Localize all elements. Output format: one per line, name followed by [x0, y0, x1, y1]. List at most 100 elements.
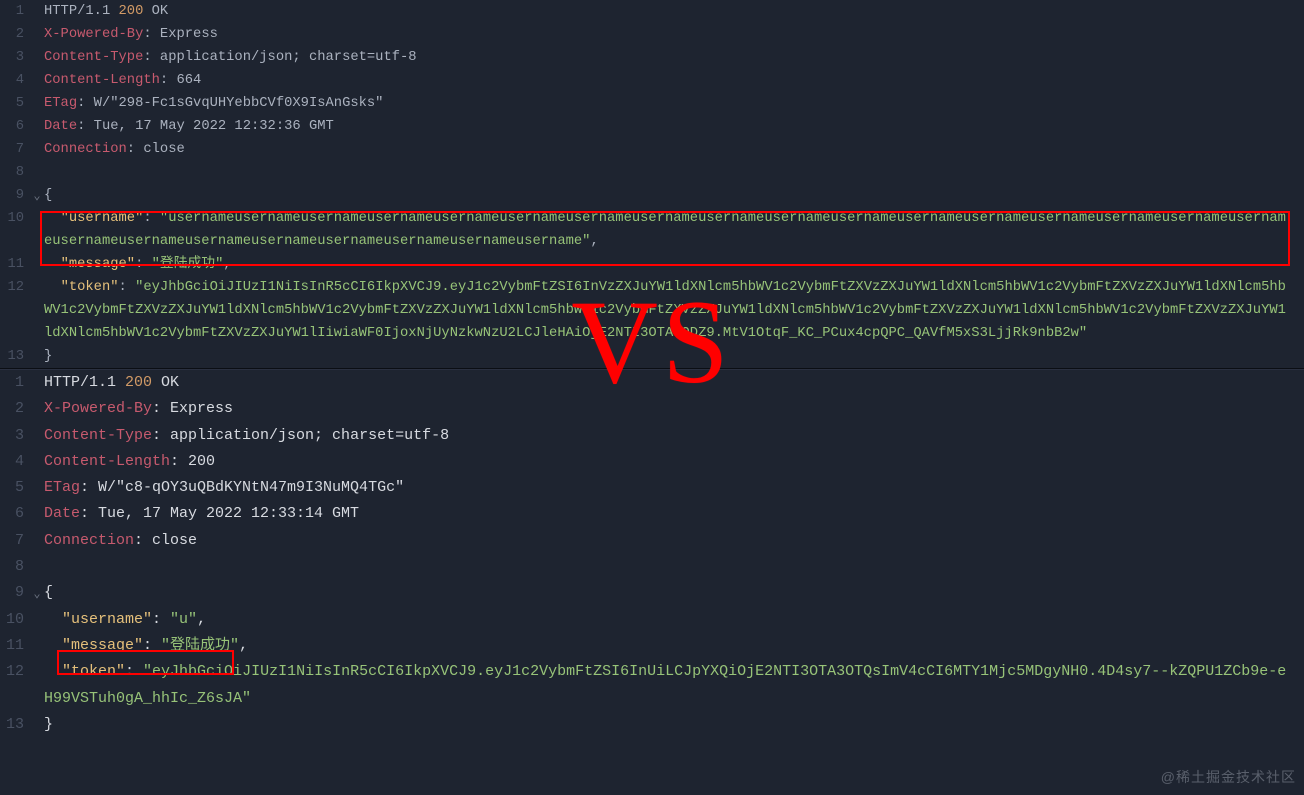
code-line: 6 Date: Tue, 17 May 2022 12:32:36 GMT — [0, 115, 1304, 138]
fold-toggle-icon — [30, 608, 44, 634]
line-number: 8 — [0, 554, 30, 580]
code-content: HTTP/1.1 200 OK — [44, 370, 1304, 396]
code-content: Connection: close — [44, 528, 1304, 554]
line-number: 10 — [0, 607, 30, 633]
code-content: Content-Type: application/json; charset=… — [44, 423, 1304, 449]
code-line: 8 — [0, 161, 1304, 184]
fold-toggle-icon — [30, 397, 44, 423]
line-number: 12 — [0, 276, 30, 345]
response-top: 1HTTP/1.1 200 OK2X-Powered-By: Express3C… — [0, 0, 1304, 368]
code-content: } — [44, 712, 1304, 738]
fold-toggle-icon — [30, 93, 44, 116]
code-content: Content-Length: 200 — [44, 449, 1304, 475]
code-line: 4 Content-Length: 664 — [0, 69, 1304, 92]
code-content: HTTP/1.1 200 OK — [44, 0, 1304, 23]
code-content: Date: Tue, 17 May 2022 12:33:14 GMT — [44, 501, 1304, 527]
code-line: 4 Content-Length: 200 — [0, 449, 1304, 475]
code-content: "message": "登陆成功", — [44, 633, 1304, 659]
line-number: 3 — [0, 46, 30, 69]
code-line: 2 X-Powered-By: Express — [0, 23, 1304, 46]
code-content: Date: Tue, 17 May 2022 12:32:36 GMT — [44, 115, 1304, 138]
code-content: Content-Length: 664 — [44, 69, 1304, 92]
code-content: ETag: W/"298-Fc1sGvqUHYebbCVf0X9IsAnGsks… — [44, 92, 1304, 115]
code-content: "token": "eyJhbGciOiJIUzI1NiIsInR5cCI6Ik… — [44, 276, 1304, 345]
fold-toggle-icon — [30, 450, 44, 476]
fold-toggle-icon — [30, 371, 44, 397]
line-number: 2 — [0, 23, 30, 46]
line-number: 13 — [0, 345, 30, 368]
code-line: 5 ETag: W/"298-Fc1sGvqUHYebbCVf0X9IsAnGsk… — [0, 92, 1304, 115]
fold-toggle-icon[interactable]: ⌄ — [30, 185, 44, 208]
code-line: 5 ETag: W/"c8-qOY3uQBdKYNtN47m9I3NuMQ4TGc… — [0, 475, 1304, 501]
fold-toggle-icon — [30, 424, 44, 450]
line-number: 7 — [0, 528, 30, 554]
watermark-text: @稀土掘金技术社区 — [1161, 766, 1296, 789]
line-number: 13 — [0, 712, 30, 738]
line-number: 9 — [0, 580, 30, 606]
code-line: 10 "username": "u", — [0, 607, 1304, 633]
code-content: Connection: close — [44, 138, 1304, 161]
fold-toggle-icon — [30, 476, 44, 502]
line-number: 1 — [0, 0, 30, 23]
code-content — [44, 554, 1304, 580]
fold-toggle-icon — [30, 208, 44, 254]
fold-toggle-icon — [30, 555, 44, 581]
fold-toggle-icon — [30, 162, 44, 185]
line-number: 4 — [0, 69, 30, 92]
code-content: "username": "usernameusernameusernameuse… — [44, 207, 1304, 253]
fold-toggle-icon[interactable]: ⌄ — [30, 581, 44, 607]
fold-toggle-icon — [30, 713, 44, 739]
line-number: 6 — [0, 115, 30, 138]
code-line: 9⌄{ — [0, 184, 1304, 207]
fold-toggle-icon — [30, 634, 44, 660]
fold-toggle-icon — [30, 346, 44, 369]
code-content: { — [44, 580, 1304, 606]
fold-toggle-icon — [30, 139, 44, 162]
code-content: ETag: W/"c8-qOY3uQBdKYNtN47m9I3NuMQ4TGc" — [44, 475, 1304, 501]
line-number: 6 — [0, 501, 30, 527]
code-content: X-Powered-By: Express — [44, 23, 1304, 46]
code-content: X-Powered-By: Express — [44, 396, 1304, 422]
code-line: 1 HTTP/1.1 200 OK — [0, 0, 1304, 23]
line-number: 5 — [0, 92, 30, 115]
fold-toggle-icon — [30, 660, 44, 713]
code-line: 7 Connection: close — [0, 528, 1304, 554]
line-number: 5 — [0, 475, 30, 501]
code-content: { — [44, 184, 1304, 207]
fold-toggle-icon — [30, 254, 44, 277]
line-number: 4 — [0, 449, 30, 475]
line-number: 3 — [0, 423, 30, 449]
fold-toggle-icon — [30, 24, 44, 47]
fold-toggle-icon — [30, 277, 44, 346]
code-line: 12 "token": "eyJhbGciOiJIUzI1NiIsInR5cCI… — [0, 276, 1304, 345]
code-content: "username": "u", — [44, 607, 1304, 633]
fold-toggle-icon — [30, 502, 44, 528]
code-content: } — [44, 345, 1304, 368]
code-line: 6 Date: Tue, 17 May 2022 12:33:14 GMT — [0, 501, 1304, 527]
code-content — [44, 161, 1304, 184]
line-number: 2 — [0, 396, 30, 422]
code-line: 10 "username": "usernameusernameusername… — [0, 207, 1304, 253]
line-number: 11 — [0, 633, 30, 659]
code-content: "message": "登陆成功", — [44, 253, 1304, 276]
line-number: 7 — [0, 138, 30, 161]
fold-toggle-icon — [30, 1, 44, 24]
code-line: 7 Connection: close — [0, 138, 1304, 161]
fold-toggle-icon — [30, 116, 44, 139]
code-content: Content-Type: application/json; charset=… — [44, 46, 1304, 69]
code-line: 11 "message": "登陆成功", — [0, 633, 1304, 659]
code-line: 13} — [0, 345, 1304, 368]
code-line: 11 "message": "登陆成功", — [0, 253, 1304, 276]
code-line: 3 Content-Type: application/json; charset… — [0, 423, 1304, 449]
line-number: 10 — [0, 207, 30, 253]
line-number: 9 — [0, 184, 30, 207]
fold-toggle-icon — [30, 529, 44, 555]
code-line: 8 — [0, 554, 1304, 580]
code-line: 13} — [0, 712, 1304, 738]
code-content: "token": "eyJhbGciOiJIUzI1NiIsInR5cCI6Ik… — [44, 659, 1304, 712]
line-number: 1 — [0, 370, 30, 396]
code-line: 12 "token": "eyJhbGciOiJIUzI1NiIsInR5cCI… — [0, 659, 1304, 712]
response-bottom: 1HTTP/1.1 200 OK2X-Powered-By: Express3C… — [0, 370, 1304, 738]
line-number: 11 — [0, 253, 30, 276]
fold-toggle-icon — [30, 47, 44, 70]
